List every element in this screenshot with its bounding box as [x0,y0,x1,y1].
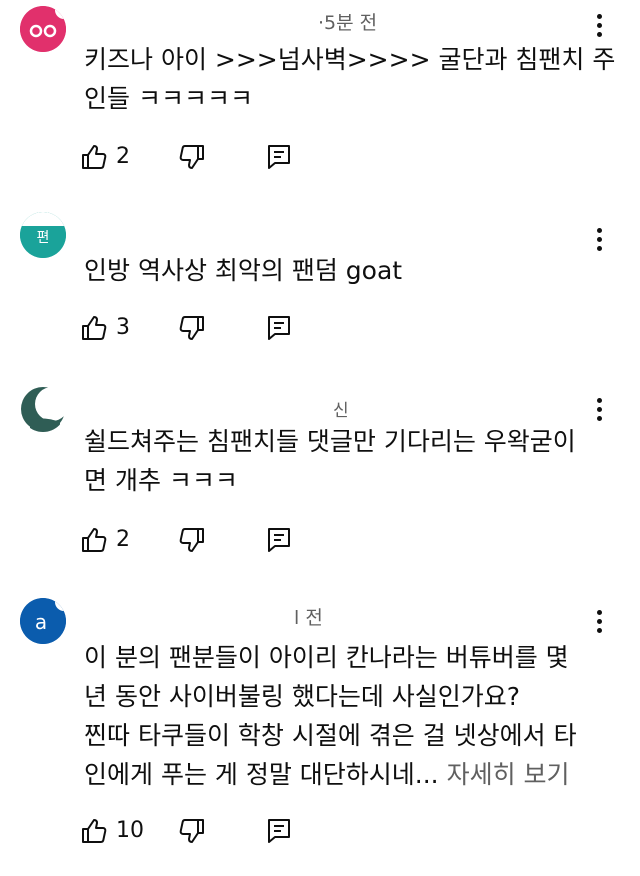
comment-meta: ·5분 전 [318,12,378,34]
avatar-letter-icon: a [20,598,66,644]
comment-text-line: 면 개추 ㅋㅋㅋ [84,466,238,495]
comment-text: 키즈나 아이 >>>넘사벽>>>> 굴단과 침팬치 주 인들 ㅋㅋㅋㅋㅋ [84,40,616,118]
thumbs-up-icon [82,819,107,843]
reply-button[interactable] [266,311,292,345]
avatar[interactable]: 편 [20,212,66,258]
thumbs-up-icon [82,145,107,169]
reply-button[interactable] [266,814,292,848]
thumbs-up-icon [82,528,107,552]
reply-icon [268,316,290,340]
avatar[interactable] [20,386,66,432]
comment-text-line-last: 인에게 푸는 게 정말 대단하시네... 자세히 보기 [84,755,604,794]
comment-meta: 신 [333,401,349,421]
like-count: 2 [116,144,130,169]
avatar[interactable] [20,6,66,52]
read-more-link[interactable]: 자세히 보기 [447,760,570,789]
comment-text: 쉴드쳐주는 침팬치들 댓글만 기다리는 우왁굳이 면 개추 ㅋㅋㅋ [84,422,604,500]
more-vert-icon[interactable] [588,12,612,40]
more-vert-icon[interactable] [588,226,612,254]
avatar-moon-icon [21,387,66,432]
like-button[interactable]: 3 [80,311,130,345]
reply-icon [268,528,290,552]
avatar[interactable]: a [20,598,66,644]
like-count: 10 [116,818,144,843]
like-button[interactable]: 10 [80,814,144,848]
comment-text-line: 인들 ㅋㅋㅋㅋㅋ [84,84,253,113]
more-vert-icon[interactable] [588,396,612,424]
thumbs-down-icon [179,316,204,340]
thumbs-down-icon [179,145,204,169]
more-vert-icon[interactable] [588,608,612,636]
like-button[interactable]: 2 [80,523,130,557]
thumbs-up-icon [82,316,107,340]
comment-text-line: 키즈나 아이 >>>넘사벽>>>> 굴단과 침팬치 주 [84,45,616,74]
svg-text:편: 편 [37,230,50,246]
reply-icon [268,819,290,843]
thumbs-down-icon [179,528,204,552]
comment-text: 이 분의 팬분들이 아이리 칸나라는 버튜버를 몇 년 동안 사이버불링 했다는… [84,638,604,794]
like-count: 3 [116,315,130,340]
thumbs-down-icon [179,819,204,843]
avatar-initial-icon: 편 [20,212,66,258]
reply-button[interactable] [266,523,292,557]
comment-text-line: 인방 역사상 최악의 팬덤 goat [84,256,403,285]
reply-button[interactable] [266,140,292,174]
dislike-button[interactable] [178,140,206,174]
comment-meta: l 전 [294,607,323,629]
comment-text-line: 쉴드쳐주는 침팬치들 댓글만 기다리는 우왁굳이 [84,427,576,456]
reply-icon [268,145,290,169]
comment-text: 인방 역사상 최악의 팬덤 goat [84,251,604,290]
comments-section: ·5분 전 키즈나 아이 >>>넘사벽>>>> 굴단과 침팬치 주 인들 ㅋㅋㅋ… [0,0,640,876]
like-count: 2 [116,527,130,552]
dislike-button[interactable] [178,814,206,848]
comment-text-line: 이 분의 팬분들이 아이리 칸나라는 버튜버를 몇 [84,643,569,672]
dislike-button[interactable] [178,523,206,557]
comment-text-line: 년 동안 사이버불링 했다는데 사실인가요? [84,682,521,711]
like-button[interactable]: 2 [80,140,130,174]
avatar-face-icon [20,6,66,52]
avatar-letter: a [35,610,47,634]
comment-text-tail: 인에게 푸는 게 정말 대단하시네... [84,760,439,789]
comment-text-line: 찐따 타쿠들이 학창 시절에 겪은 걸 넷상에서 타 [84,721,577,750]
dislike-button[interactable] [178,311,206,345]
